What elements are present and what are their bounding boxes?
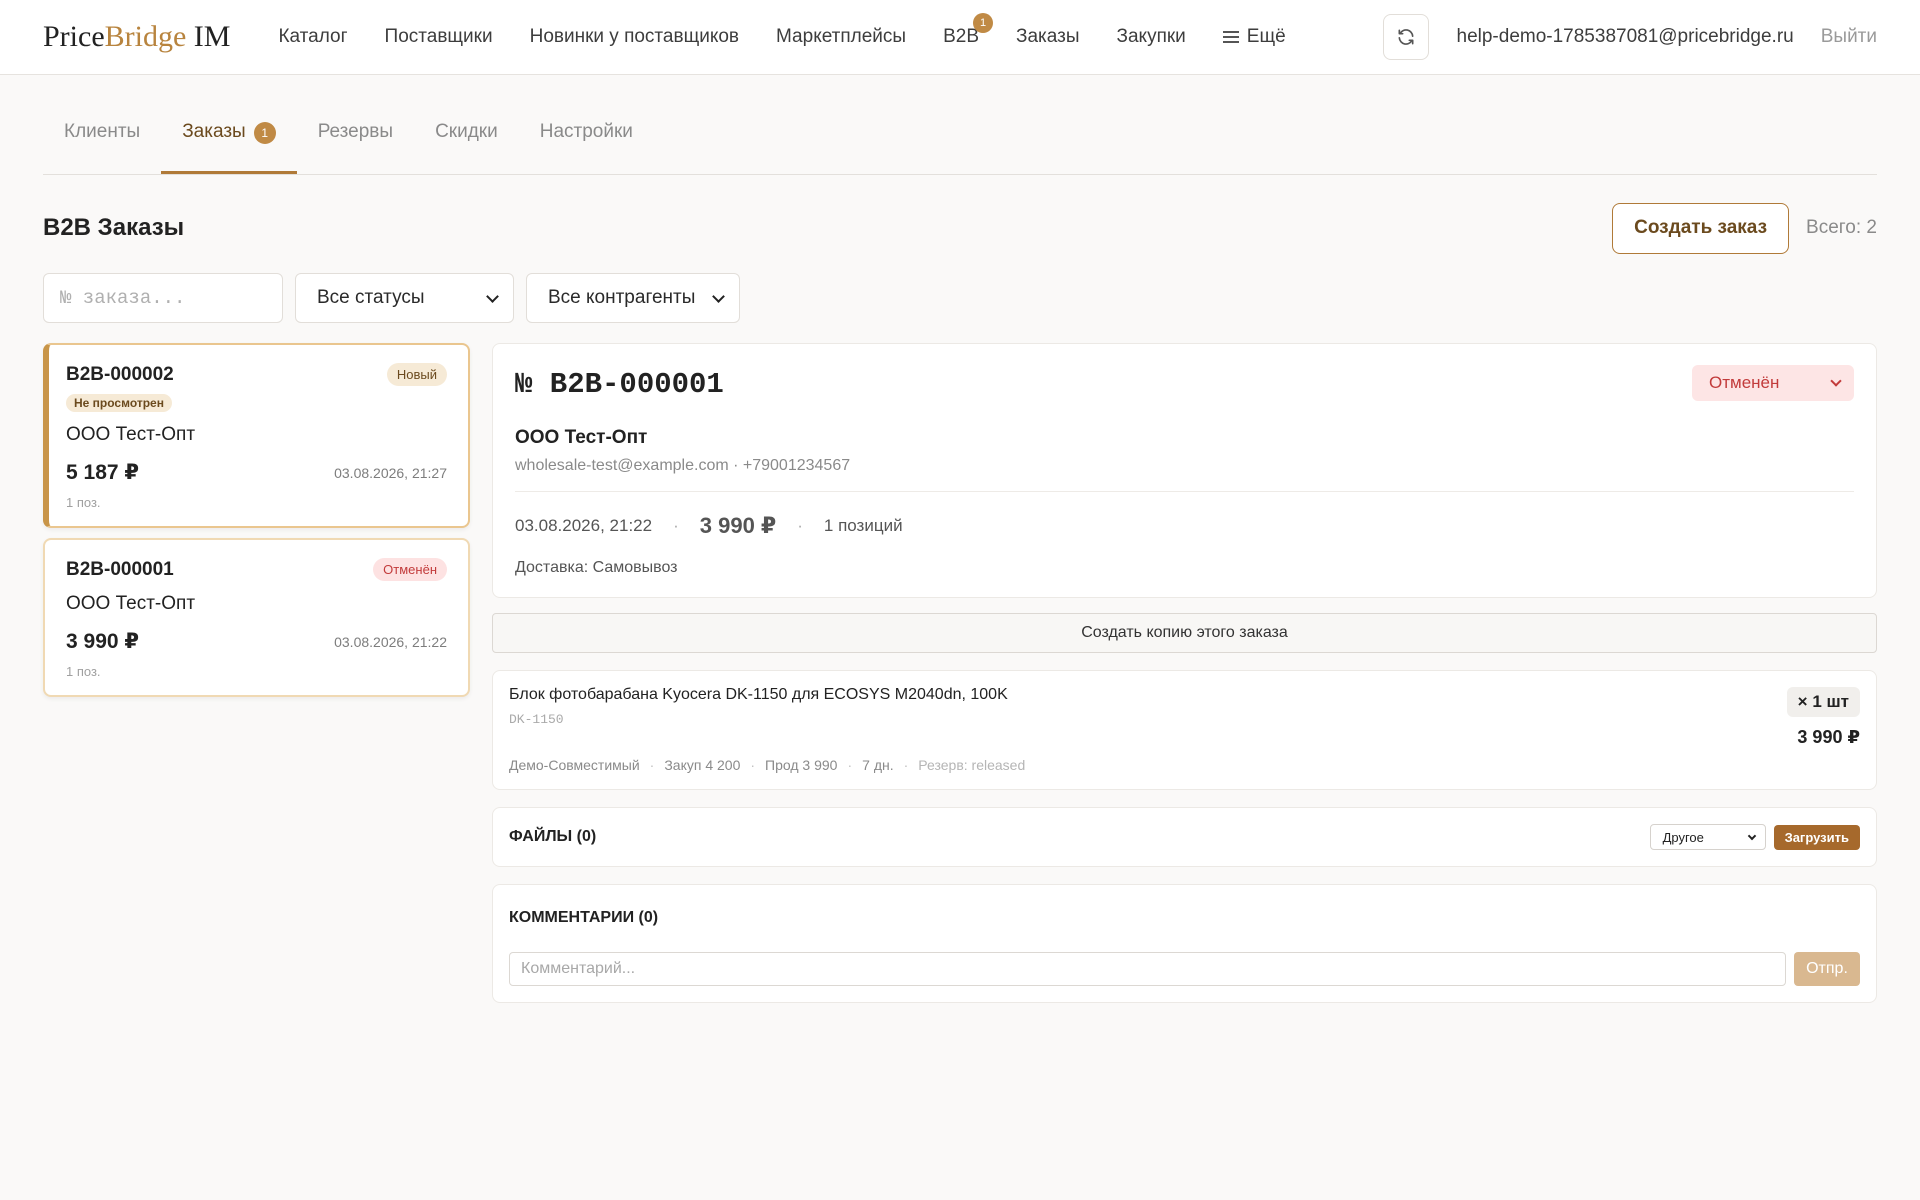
status-filter-select[interactable]: Все статусы (295, 273, 514, 323)
copy-order-button[interactable]: Создать копию этого заказа (492, 613, 1877, 653)
file-type-select[interactable]: Другое (1649, 824, 1766, 850)
order-detail-number: № B2B-000001 (515, 368, 724, 401)
order-detail-client: ООО Тест-Опт (515, 427, 648, 448)
order-detail-column: № B2B-000001 Отменён ООО Тест-Опт wholes… (492, 343, 1877, 1003)
page-title: B2B Заказы (43, 214, 185, 241)
comments-panel: КОММЕНТАРИИ (0) Отпр. (492, 884, 1877, 1003)
chevron-down-icon (1747, 831, 1756, 840)
order-card[interactable]: B2B-000001 Отменён ООО Тест-Опт 3 990 ₽ … (43, 538, 470, 697)
order-sum: 5 187 ₽ (66, 461, 139, 484)
order-number-search-input[interactable] (43, 273, 283, 323)
file-type-value: Другое (1662, 829, 1704, 845)
order-positions: 1 поз. (66, 495, 101, 510)
total-count: Всего: 2 (1806, 217, 1877, 238)
nav-suppliers[interactable]: Поставщики (385, 26, 493, 48)
order-detail-positions: 1 позиций (823, 516, 903, 535)
chevron-down-icon (1830, 375, 1842, 387)
menu-icon (1222, 31, 1239, 43)
item-delivery-days: 7 дн. (862, 757, 894, 773)
nav-catalog[interactable]: Каталог (278, 26, 347, 48)
main-nav: Каталог Поставщики Новинки у поставщиков… (278, 13, 1322, 48)
tab-orders[interactable]: Заказы 1 (161, 119, 297, 174)
nav-b2b-badge: 1 (973, 13, 993, 33)
tab-orders-label: Заказы (182, 121, 246, 142)
nav-more-label: Ещё (1246, 26, 1286, 47)
top-navbar: PriceBridge IM Каталог Поставщики Новинк… (0, 0, 1920, 75)
divider (515, 491, 1854, 492)
nav-purchases[interactable]: Закупки (1117, 26, 1186, 48)
order-date: 03.08.2026, 21:27 (334, 464, 447, 481)
status-badge: Отменён (373, 558, 447, 581)
title-row: B2B Заказы Создать заказ Всего: 2 (43, 202, 1877, 254)
status-badge: Новый (386, 363, 447, 386)
logo-text-bridge: Bridge (104, 20, 187, 53)
tab-clients[interactable]: Клиенты (43, 119, 161, 174)
chevron-down-icon (486, 289, 499, 303)
send-comment-button[interactable]: Отпр. (1794, 952, 1860, 986)
refresh-icon (1398, 29, 1413, 45)
nav-supplier-news[interactable]: Новинки у поставщиков (530, 26, 739, 48)
item-name: Блок фотобарабана Kyocera DK-1150 для EC… (509, 686, 1008, 703)
order-status-value: Отменён (1709, 373, 1780, 392)
page-content: Клиенты Заказы 1 Резервы Скидки Настройк… (0, 119, 1920, 1003)
tab-settings[interactable]: Настройки (519, 119, 654, 174)
logo-text-price: Price (43, 20, 105, 53)
main-area: B2B-000002 Новый Не просмотрен ООО Тест-… (43, 343, 1877, 1003)
filters: Все статусы Все контрагенты (43, 273, 1877, 323)
item-price: 3 990 ₽ (1797, 727, 1860, 747)
nav-b2b[interactable]: B2B 1 (943, 13, 993, 48)
item-meta: Демо-Совместимый · Закуп 4 200 · Прод 3 … (509, 757, 1026, 773)
order-client: ООО Тест-Опт (66, 424, 196, 445)
counterparty-filter-select[interactable]: Все контрагенты (526, 273, 740, 323)
order-client: ООО Тест-Опт (66, 593, 196, 614)
order-detail-date: 03.08.2026, 21:22 (515, 516, 653, 535)
nav-b2b-label: B2B (943, 26, 979, 47)
tab-discounts[interactable]: Скидки (414, 119, 519, 174)
counterparty-filter-value: Все контрагенты (548, 287, 696, 308)
unseen-badge: Не просмотрен (66, 394, 172, 412)
files-title: ФАЙЛЫ (0) (509, 828, 597, 845)
order-detail-meta: 03.08.2026, 21:22 · 3 990 ₽ · 1 позиций (515, 513, 903, 538)
item-supplier: Демо-Совместимый (509, 757, 640, 773)
order-detail-panel: № B2B-000001 Отменён ООО Тест-Опт wholes… (492, 343, 1877, 598)
order-positions: 1 поз. (66, 664, 101, 679)
nav-more[interactable]: Ещё (1222, 26, 1286, 48)
create-order-button[interactable]: Создать заказ (1612, 202, 1790, 254)
item-reserve-status: Резерв: released (918, 757, 1026, 773)
item-quantity: × 1 шт (1786, 687, 1860, 717)
order-date: 03.08.2026, 21:22 (334, 633, 447, 650)
nav-marketplaces[interactable]: Маркетплейсы (776, 26, 906, 48)
order-detail-contact: wholesale-test@example.com · +7900123456… (515, 457, 851, 474)
logout-link[interactable]: Выйти (1821, 26, 1877, 48)
app-logo[interactable]: PriceBridge IM (43, 20, 230, 54)
order-card[interactable]: B2B-000002 Новый Не просмотрен ООО Тест-… (43, 343, 470, 528)
order-number: B2B-000002 (66, 363, 174, 385)
order-delivery: Доставка: Самовывоз (515, 559, 678, 576)
chevron-down-icon (712, 289, 725, 303)
order-status-select[interactable]: Отменён (1692, 365, 1854, 401)
logo-text-im: IM (186, 20, 231, 53)
refresh-button[interactable] (1382, 14, 1429, 60)
item-sku: DK-1150 (509, 712, 564, 727)
section-tabs: Клиенты Заказы 1 Резервы Скидки Настройк… (43, 119, 1877, 175)
order-detail-sum: 3 990 ₽ (699, 513, 777, 538)
nav-orders[interactable]: Заказы (1016, 26, 1080, 48)
item-purchase-price: Закуп 4 200 (664, 757, 741, 773)
status-filter-value: Все статусы (317, 287, 425, 308)
item-sale-price: Прод 3 990 (765, 757, 838, 773)
files-panel: ФАЙЛЫ (0) Другое Загрузить (492, 807, 1877, 867)
comments-title: КОММЕНТАРИИ (0) (509, 909, 659, 926)
order-list: B2B-000002 Новый Не просмотрен ООО Тест-… (43, 343, 470, 1003)
tab-orders-count: 1 (253, 122, 276, 144)
upload-button[interactable]: Загрузить (1773, 824, 1860, 850)
order-item: Блок фотобарабана Kyocera DK-1150 для EC… (492, 670, 1877, 790)
user-email[interactable]: help-demo-1785387081@pricebridge.ru (1457, 26, 1794, 48)
order-number: B2B-000001 (66, 558, 174, 580)
tab-reserves[interactable]: Резервы (297, 119, 414, 174)
order-sum: 3 990 ₽ (66, 630, 139, 653)
comment-input[interactable] (509, 952, 1786, 986)
